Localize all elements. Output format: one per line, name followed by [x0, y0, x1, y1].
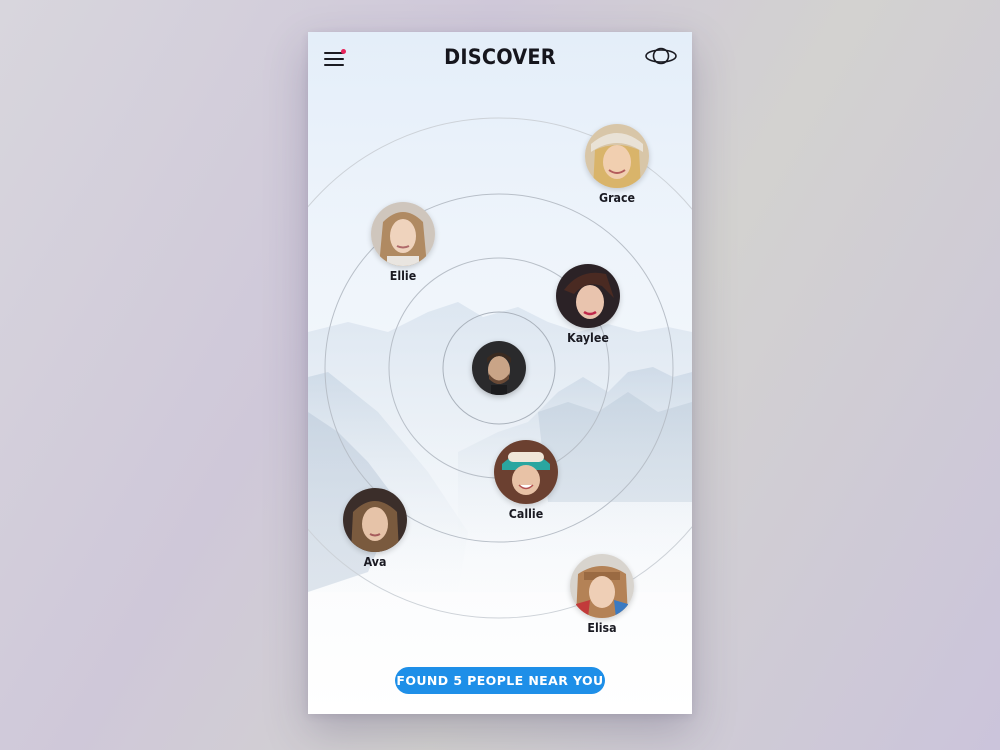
discover-screen: DISCOVER Grace Ellie Kaylee Callie Ava E…	[308, 32, 692, 714]
person-kaylee[interactable]: Kaylee	[543, 264, 633, 345]
person-elisa[interactable]: Elisa	[557, 554, 647, 635]
person-ellie[interactable]: Ellie	[358, 202, 448, 283]
person-name: Elisa	[587, 621, 617, 635]
avatar	[343, 488, 407, 552]
avatar	[494, 440, 558, 504]
person-name: Grace	[599, 191, 635, 205]
person-name: Callie	[508, 507, 544, 521]
orbit-icon[interactable]	[644, 46, 678, 66]
person-name: Ellie	[389, 269, 417, 283]
avatar	[371, 202, 435, 266]
avatar	[556, 264, 620, 328]
person-ava[interactable]: Ava	[330, 488, 420, 569]
avatar	[570, 554, 634, 618]
found-people-button[interactable]: FOUND 5 PEOPLE NEAR YOU	[395, 667, 605, 694]
person-callie[interactable]: Callie	[481, 440, 571, 521]
avatar	[585, 124, 649, 188]
current-user-avatar[interactable]	[472, 341, 526, 395]
app-header: DISCOVER	[308, 32, 692, 84]
person-name: Ava	[363, 555, 387, 569]
page-title: DISCOVER	[444, 45, 556, 69]
person-name: Kaylee	[567, 331, 609, 345]
person-grace[interactable]: Grace	[572, 124, 662, 205]
